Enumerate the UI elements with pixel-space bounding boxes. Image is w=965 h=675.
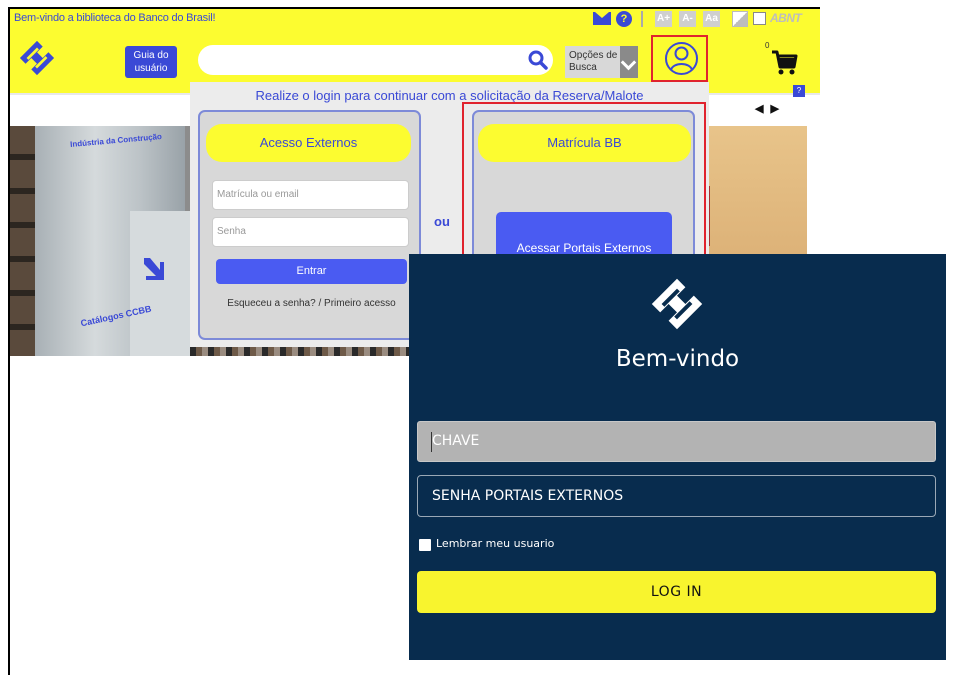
external-access-title: Acesso Externos — [206, 124, 411, 162]
shopping-cart-icon[interactable] — [769, 47, 799, 77]
cart-button[interactable]: 0 — [765, 41, 801, 81]
or-separator: ou — [434, 214, 450, 229]
abnt-logo[interactable]: ABNT — [770, 11, 802, 25]
remember-user-label: Lembrar meu usuario — [436, 537, 555, 550]
portal-password-input[interactable]: SENHA PORTAIS EXTERNOS — [417, 475, 936, 517]
remember-user-checkbox[interactable] — [419, 539, 431, 551]
top-bar: Bem-vindo a biblioteca do Banco do Brasi… — [10, 9, 820, 29]
help-icon[interactable]: ? — [616, 11, 632, 27]
password-input[interactable]: Senha — [212, 217, 409, 247]
font-reset-button[interactable]: Aa — [703, 11, 720, 27]
accessibility-checkbox[interactable] — [753, 12, 766, 25]
mail-icon[interactable] — [593, 12, 611, 25]
search-icon[interactable] — [528, 50, 548, 70]
user-login-highlight[interactable] — [651, 35, 708, 82]
chevron-down-icon[interactable] — [620, 46, 638, 78]
search-input[interactable] — [198, 45, 553, 75]
modal-title: Bem-vindo — [615, 346, 740, 372]
key-input[interactable]: CHAVE — [417, 421, 936, 462]
enter-button[interactable]: Entrar — [216, 259, 407, 284]
banco-do-brasil-logo-icon[interactable] — [18, 39, 56, 77]
bb-panel-highlight — [462, 102, 706, 264]
search-options-button[interactable]: Opções de Busca — [565, 46, 620, 78]
registration-email-input[interactable]: Matrícula ou email — [212, 180, 409, 210]
glass-panel-image — [130, 211, 190, 356]
text-cursor — [431, 432, 432, 452]
carousel-nav-arrows[interactable]: ◀ ▶ — [755, 102, 781, 115]
login-message: Realize o login para continuar com a sol… — [255, 88, 644, 103]
welcome-text: Bem-vindo a biblioteca do Banco do Brasi… — [14, 12, 216, 24]
forgot-password-link[interactable]: Esqueceu a senha? / Primeiro acesso — [200, 298, 423, 309]
bb-login-modal: Bem-vindo CHAVE SENHA PORTAIS EXTERNOS L… — [409, 254, 946, 660]
bookshelf-image — [10, 126, 35, 356]
external-access-panel: Acesso Externos Matrícula ou email Senha… — [198, 110, 421, 340]
font-increase-button[interactable]: A+ — [655, 11, 672, 27]
contrast-icon[interactable] — [732, 11, 748, 27]
user-icon[interactable] — [665, 40, 698, 77]
login-button[interactable]: LOG IN — [417, 571, 936, 613]
help-badge-icon[interactable]: ? — [793, 85, 805, 97]
banco-do-brasil-logo-icon — [651, 278, 703, 330]
arrow-down-right-icon — [144, 258, 164, 280]
topbar-separator — [641, 11, 643, 27]
user-guide-button[interactable]: Guia do usuário — [125, 46, 177, 78]
font-decrease-button[interactable]: A- — [679, 11, 696, 27]
